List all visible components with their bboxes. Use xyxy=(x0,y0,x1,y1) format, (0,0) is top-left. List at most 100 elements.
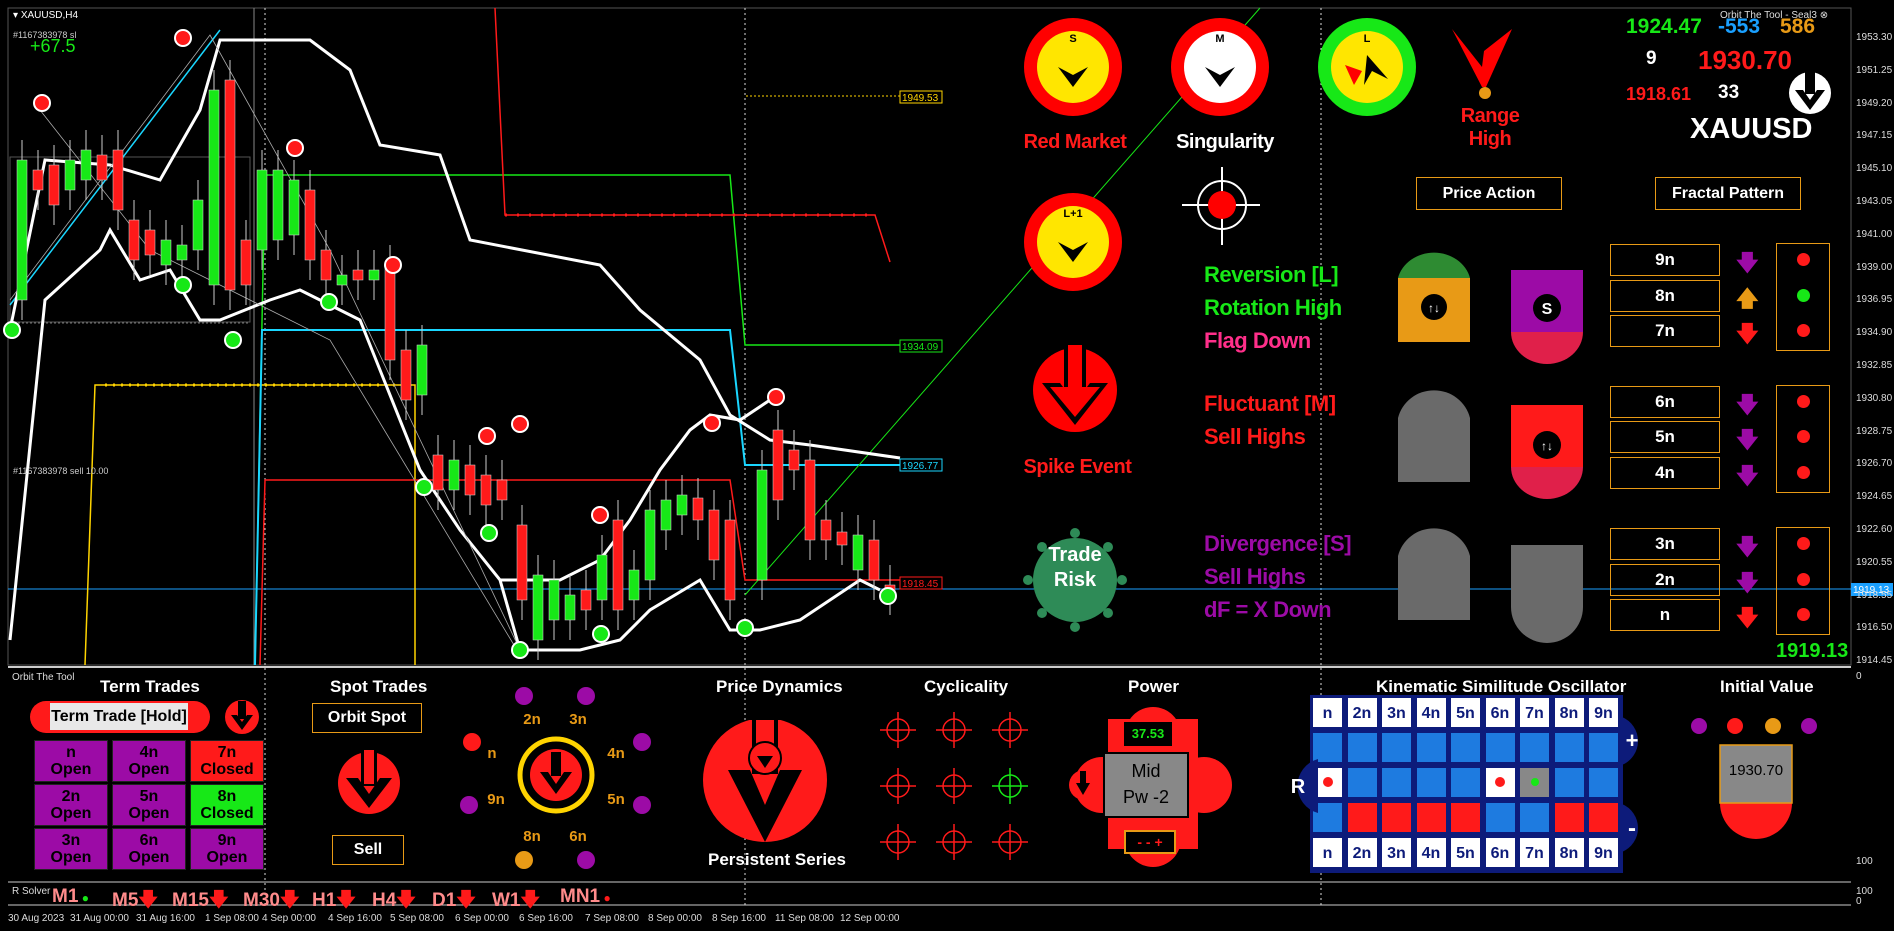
pattern-l-icon: ↑↓ xyxy=(1398,252,1470,342)
price-axis-label: 1939.00 xyxy=(1856,261,1893,273)
kso-header-3n: 3n xyxy=(1381,697,1412,728)
date-axis-label: 6 Sep 16:00 xyxy=(519,913,573,924)
level-box-8n[interactable]: 8n xyxy=(1610,280,1720,312)
kso-header-8n: 8n xyxy=(1553,697,1585,728)
fractal-pattern-button[interactable]: Fractal Pattern xyxy=(1655,177,1801,210)
kso-cell xyxy=(1450,767,1481,798)
term-trade-down-icon[interactable] xyxy=(224,699,260,735)
kso-cell xyxy=(1484,802,1516,833)
power-value: 37.53 xyxy=(1124,722,1172,746)
term-trade-button[interactable]: Term Trade [Hold] xyxy=(50,703,188,730)
price-axis-label: 1936.95 xyxy=(1856,294,1893,306)
kso-r-button[interactable]: R xyxy=(1280,757,1320,815)
status-group-3: Divergence [S] Sell Highs dF = X Down xyxy=(1204,527,1352,626)
candle-body xyxy=(596,554,608,601)
price-axis-label: 1924.65 xyxy=(1856,491,1893,503)
candle-body xyxy=(384,264,396,361)
date-axis-label: 8 Sep 00:00 xyxy=(648,913,702,924)
candle-body xyxy=(644,509,656,581)
candle-body xyxy=(868,539,880,581)
term-cell-7n[interactable]: 7n Closed xyxy=(190,740,264,782)
term-cell-4n[interactable]: 4n Open xyxy=(112,740,186,782)
term-cell-9n[interactable]: 9n Open xyxy=(190,828,264,870)
date-axis-label: 31 Aug 00:00 xyxy=(70,913,129,924)
term-cell-3n[interactable]: 3n Open xyxy=(34,828,108,870)
svg-text:9n: 9n xyxy=(487,791,505,808)
timeframe-MN1[interactable]: MN1 ● xyxy=(560,886,611,908)
cycle-crosshair-icon xyxy=(880,768,916,804)
candle-body xyxy=(724,519,736,601)
kso-minus-button[interactable]: - xyxy=(1620,802,1652,854)
kso-cell xyxy=(1415,767,1447,798)
status-fluctuant: Fluctuant [M] xyxy=(1204,391,1336,416)
svg-text:-: - xyxy=(1628,815,1636,842)
orbit-spot-button[interactable]: Orbit Spot xyxy=(312,703,422,733)
cycle-crosshair-icon xyxy=(992,768,1028,804)
term-cell-status: Open xyxy=(206,849,248,866)
svg-text:1918.45: 1918.45 xyxy=(902,579,939,590)
svg-text:2n: 2n xyxy=(523,711,541,728)
svg-text:1934.09: 1934.09 xyxy=(902,342,939,353)
swing-marker xyxy=(320,293,338,311)
candle-body xyxy=(192,199,204,251)
candle-body xyxy=(336,274,348,286)
price-axis-label: 1914.45 xyxy=(1856,655,1893,667)
level-box-3n[interactable]: 3n xyxy=(1610,528,1720,560)
initial-value: 1930.70 xyxy=(1728,762,1784,779)
swing-marker xyxy=(511,641,529,659)
swing-marker xyxy=(286,139,304,157)
price-axis-label: 1926.70 xyxy=(1856,458,1893,470)
sell-button[interactable]: Sell xyxy=(332,835,404,865)
term-cell-8n[interactable]: 8n Closed xyxy=(190,784,264,826)
kso-cell xyxy=(1588,767,1619,798)
kso-header-5n: 5n xyxy=(1450,837,1481,868)
level-box-5n[interactable]: 5n xyxy=(1610,421,1720,453)
term-cell-6n[interactable]: 6n Open xyxy=(112,828,186,870)
candle-body xyxy=(612,519,624,611)
level-box-4n[interactable]: 4n xyxy=(1610,457,1720,489)
signal-lights-2 xyxy=(1776,385,1830,493)
price-axis-label: 1918.55 xyxy=(1856,589,1893,601)
solver-name: R Solver xyxy=(12,886,51,897)
level-box-n[interactable]: n xyxy=(1610,599,1720,631)
term-cell-level: 3n xyxy=(61,832,81,849)
candle-body xyxy=(16,159,28,301)
timeframe-label: M15 xyxy=(172,890,209,911)
swing-marker xyxy=(478,427,496,445)
kso-cell xyxy=(1484,732,1516,763)
swing-marker xyxy=(33,94,51,112)
price-dynamics-icon xyxy=(703,720,827,842)
timeframe-down-icon: 🡇 xyxy=(208,890,229,911)
kso-cell xyxy=(1553,732,1585,763)
candle-body xyxy=(676,494,688,516)
candle-body xyxy=(80,149,92,181)
price-axis-label: 1916.50 xyxy=(1856,622,1893,634)
power-controls[interactable]: - - + xyxy=(1124,830,1176,854)
kso-cell xyxy=(1381,767,1412,798)
timeframe-M1[interactable]: M1 ● xyxy=(52,886,89,908)
term-cell-level: 6n xyxy=(139,832,159,849)
kso-plus-button[interactable]: + xyxy=(1620,715,1652,767)
red-market-label: Red Market xyxy=(1023,131,1127,153)
signal-l1: L+1 xyxy=(1024,193,1122,291)
term-cell-5n[interactable]: 5n Open xyxy=(112,784,186,826)
level-box-9n[interactable]: 9n xyxy=(1610,244,1720,276)
svg-text:4n: 4n xyxy=(607,745,625,762)
candle-body xyxy=(548,579,560,621)
level-box-6n[interactable]: 6n xyxy=(1610,386,1720,418)
term-cell-level: 5n xyxy=(139,788,159,805)
term-cell-n[interactable]: n Open xyxy=(34,740,108,782)
term-cell-2n[interactable]: 2n Open xyxy=(34,784,108,826)
candle-body xyxy=(804,459,816,541)
candle-body xyxy=(160,239,172,266)
svg-text:S: S xyxy=(1542,301,1553,318)
price-action-button[interactable]: Price Action xyxy=(1416,177,1562,210)
window-title: ▾ XAUUSD,H4 xyxy=(13,10,79,21)
level-box-7n[interactable]: 7n xyxy=(1610,315,1720,347)
date-axis-label: 4 Sep 00:00 xyxy=(262,913,316,924)
level-box-2n[interactable]: 2n xyxy=(1610,564,1720,596)
date-axis-label: 11 Sep 08:00 xyxy=(775,913,834,924)
close-icon[interactable]: ⊗ xyxy=(1820,10,1828,21)
svg-text:↑↓: ↑↓ xyxy=(1541,439,1553,453)
timeframe-dot-icon: ● xyxy=(600,891,611,905)
